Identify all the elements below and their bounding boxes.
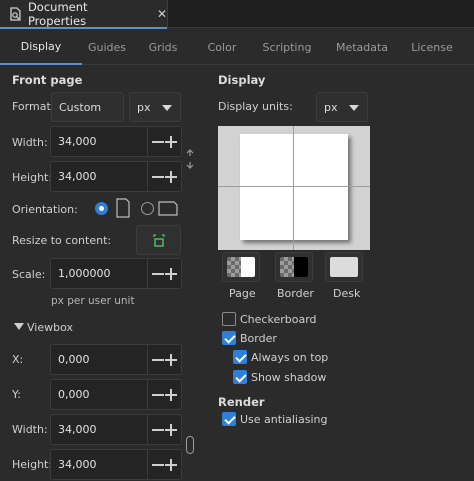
page-swatch-label: Page (229, 287, 256, 300)
increment-button[interactable] (165, 267, 177, 281)
resize-to-content-icon (153, 234, 165, 247)
decrement-button[interactable] (152, 388, 164, 402)
width-spinbox[interactable]: 34,000 (50, 126, 182, 157)
link-dimensions-icon[interactable] (185, 148, 195, 170)
viewbox-x-label: X: (12, 353, 24, 366)
show-shadow-checkbox[interactable] (233, 370, 247, 384)
decrement-button[interactable] (152, 135, 164, 149)
increment-button[interactable] (165, 388, 177, 402)
increment-button[interactable] (165, 135, 177, 149)
document-properties-icon (10, 7, 21, 21)
viewbox-y-spinbox[interactable]: 0,000 (50, 379, 182, 410)
scale-spinbox[interactable]: 1,000000 (50, 258, 182, 289)
width-value[interactable]: 34,000 (51, 135, 147, 148)
scale-label: Scale: (12, 268, 46, 281)
viewbox-height-spinbox[interactable]: 34,000 (50, 449, 182, 480)
viewbox-height-value[interactable]: 34,000 (51, 458, 147, 471)
desk-color-button[interactable] (325, 252, 363, 282)
checkerboard-checkbox[interactable] (222, 312, 236, 326)
chevron-down-icon (162, 105, 172, 111)
viewbox-x-spinbox[interactable]: 0,000 (50, 344, 182, 375)
format-value: Custom (59, 100, 102, 114)
decrement-button[interactable] (152, 458, 164, 472)
collapse-triangle-icon[interactable] (14, 323, 24, 331)
unit-select[interactable]: px (129, 92, 181, 122)
width-label: Width: (12, 136, 48, 149)
tab-scripting[interactable]: Scripting (250, 29, 324, 65)
decrement-button[interactable] (152, 267, 164, 281)
display-heading: Display (218, 73, 266, 87)
border-color-swatch (280, 257, 308, 277)
increment-button[interactable] (165, 353, 177, 367)
always-on-top-label[interactable]: Always on top (251, 351, 328, 364)
render-heading: Render (218, 395, 265, 409)
document-properties-tab[interactable]: Document Properties ✕ (0, 0, 168, 29)
decrement-button[interactable] (152, 423, 164, 437)
tab-metadata[interactable]: Metadata (324, 29, 400, 65)
height-spinbox[interactable]: 34,000 (50, 161, 182, 192)
border-color-button[interactable] (275, 252, 313, 282)
antialiasing-label[interactable]: Use antialiasing (240, 413, 327, 426)
increment-button[interactable] (165, 170, 177, 184)
display-units-select[interactable]: px (316, 92, 368, 122)
viewbox-height-label: Height: (12, 458, 53, 471)
increment-button[interactable] (165, 423, 177, 437)
document-properties-title: Document Properties (27, 0, 88, 28)
tab-license[interactable]: License (400, 29, 464, 65)
desk-color-swatch (330, 257, 358, 277)
portrait-page-icon (116, 198, 130, 218)
display-units-label: Display units: (218, 100, 293, 113)
front-page-heading: Front page (12, 73, 83, 87)
height-label: Height: (12, 171, 53, 184)
viewbox-width-value[interactable]: 34,000 (51, 423, 147, 436)
border-label[interactable]: Border (240, 332, 277, 345)
format-label: Format: (12, 100, 55, 113)
viewbox-y-value[interactable]: 0,000 (51, 388, 147, 401)
close-icon[interactable]: ✕ (157, 7, 167, 21)
viewbox-x-value[interactable]: 0,000 (51, 353, 147, 366)
viewbox-width-label: Width: (12, 423, 48, 436)
page-color-swatch (227, 257, 255, 277)
tab-display[interactable]: Display (0, 29, 82, 65)
scale-value[interactable]: 1,000000 (51, 267, 147, 280)
format-select[interactable]: Custom (51, 92, 124, 122)
height-value[interactable]: 34,000 (51, 170, 147, 183)
viewbox-width-spinbox[interactable]: 34,000 (50, 414, 182, 445)
preview-guide-vertical (293, 126, 294, 250)
desk-swatch-label: Desk (333, 287, 361, 300)
preview-page (240, 134, 348, 240)
resize-to-content-label: Resize to content: (12, 234, 112, 247)
decrement-button[interactable] (152, 170, 164, 184)
orientation-label: Orientation: (12, 203, 78, 216)
tab-bar: Display Guides Grids Color Scripting Met… (0, 29, 474, 65)
page-preview (218, 126, 370, 250)
resize-to-content-button[interactable] (136, 225, 181, 255)
viewbox-y-label: Y: (12, 388, 21, 401)
display-units-value: px (324, 100, 338, 114)
always-on-top-checkbox[interactable] (233, 350, 247, 364)
scale-hint: px per user unit (51, 295, 135, 307)
unit-value: px (137, 100, 151, 114)
landscape-radio[interactable] (141, 202, 154, 215)
chain-link-icon[interactable] (186, 436, 194, 454)
landscape-page-icon (158, 201, 178, 216)
page-color-button[interactable] (222, 252, 260, 282)
antialiasing-checkbox[interactable] (222, 412, 236, 426)
title-bar: Document Properties ✕ (0, 0, 474, 29)
show-shadow-label[interactable]: Show shadow (251, 371, 326, 384)
border-checkbox[interactable] (222, 331, 236, 345)
tab-color[interactable]: Color (194, 29, 250, 65)
portrait-radio[interactable] (95, 202, 108, 215)
border-swatch-label: Border (277, 287, 314, 300)
decrement-button[interactable] (152, 353, 164, 367)
viewbox-heading[interactable]: Viewbox (27, 321, 73, 334)
increment-button[interactable] (165, 458, 177, 472)
tab-guides[interactable]: Guides (82, 29, 132, 65)
chevron-down-icon (349, 105, 359, 111)
tab-grids[interactable]: Grids (132, 29, 194, 65)
checkerboard-label[interactable]: Checkerboard (240, 313, 317, 326)
preview-guide-horizontal (218, 186, 370, 187)
